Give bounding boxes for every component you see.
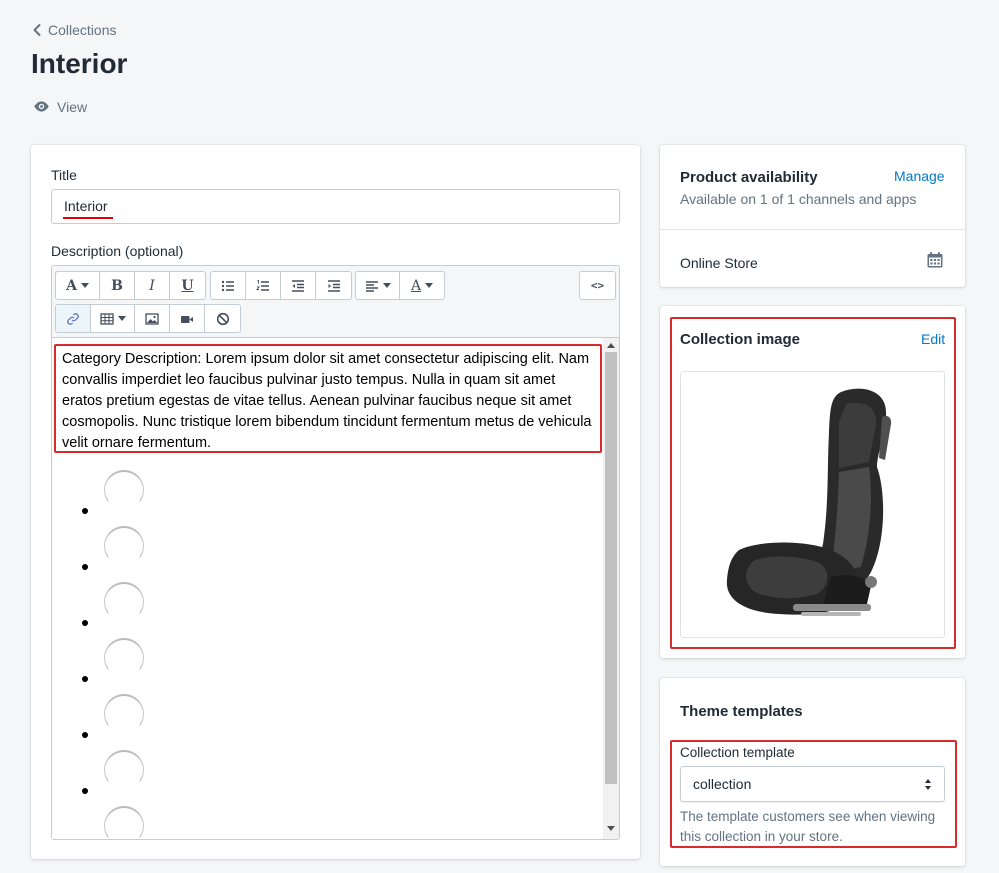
list-bullet: [82, 508, 88, 514]
product-availability-card: Product availability Manage Available on…: [660, 145, 965, 287]
editor-toolbar: A B I U A <>: [52, 266, 619, 338]
collection-image-card: Collection image Edit: [660, 306, 965, 658]
clear-formatting-button[interactable]: [205, 305, 240, 332]
indent-icon: [327, 279, 340, 292]
numbered-list-button[interactable]: [246, 272, 281, 299]
underline-button[interactable]: U: [170, 272, 205, 299]
code-group: <>: [579, 271, 616, 300]
insert-image-button[interactable]: [135, 305, 170, 332]
bullet-list-button[interactable]: [211, 272, 246, 299]
underline-icon: U: [181, 277, 194, 294]
indent-button[interactable]: [316, 272, 351, 299]
editor-content[interactable]: Category Description: Lorem ipsum dolor …: [52, 338, 603, 839]
outdent-button[interactable]: [281, 272, 316, 299]
text-color-dropdown[interactable]: A: [400, 272, 444, 299]
list-bullet: [82, 788, 88, 794]
collection-details-card: Title Interior Description (optional) A …: [31, 145, 640, 859]
title-input[interactable]: Interior: [51, 189, 620, 224]
channel-online-store: Online Store: [680, 255, 758, 271]
format-group: A B I U: [55, 271, 206, 300]
text-color-icon: A: [410, 277, 422, 294]
insert-group: [55, 304, 241, 333]
editor-scrollbar[interactable]: [603, 338, 619, 839]
car-seat-image: [726, 388, 892, 616]
description-text: Category Description: Lorem ipsum dolor …: [54, 344, 602, 453]
template-help-text: The template customers see when viewing …: [680, 809, 936, 844]
manage-link[interactable]: Manage: [894, 168, 945, 184]
font-dropdown[interactable]: A: [56, 272, 100, 299]
theme-templates-card: Theme templates Collection template coll…: [660, 678, 965, 866]
chevron-down-icon: [117, 316, 126, 321]
bold-icon: B: [111, 277, 123, 294]
calendar-icon[interactable]: [926, 251, 944, 269]
chevron-down-icon: [80, 283, 89, 288]
title-annotation-underline: [63, 217, 113, 219]
image-icon: [145, 312, 159, 325]
numbered-list-icon: [256, 279, 269, 291]
code-icon: <>: [590, 279, 605, 292]
bullet-list-icon: [221, 280, 234, 291]
scroll-down-icon[interactable]: [607, 826, 615, 831]
link-icon: [67, 312, 79, 325]
insert-video-button[interactable]: [170, 305, 205, 332]
list-bullet: [82, 564, 88, 570]
scroll-thumb[interactable]: [605, 352, 617, 784]
align-dropdown[interactable]: [356, 272, 400, 299]
collection-image-frame[interactable]: [680, 371, 945, 638]
bold-button[interactable]: B: [100, 272, 135, 299]
list-group: [210, 271, 352, 300]
loading-spinner-icon: [104, 582, 144, 622]
view-label: View: [57, 98, 88, 115]
html-view-button[interactable]: <>: [580, 272, 615, 299]
list-bullet: [82, 676, 88, 682]
loading-spinner-icon: [104, 694, 144, 734]
loading-spinner-icon: [104, 638, 144, 678]
table-icon: [99, 312, 114, 325]
link-button[interactable]: [56, 305, 91, 332]
collection-image-title: Collection image: [680, 331, 801, 348]
clear-formatting-icon: [216, 312, 229, 325]
eye-icon: [34, 101, 49, 112]
select-arrows-icon: [925, 779, 931, 790]
scroll-up-icon[interactable]: [607, 343, 615, 348]
chevron-down-icon: [382, 283, 391, 288]
font-icon: A: [66, 277, 77, 294]
list-bullet: [82, 620, 88, 626]
chevron-left-icon: [33, 24, 41, 36]
breadcrumb-label: Collections: [48, 22, 117, 38]
title-label: Title: [51, 167, 77, 183]
loading-spinner-icon: [104, 806, 144, 839]
collection-template-label: Collection template: [680, 745, 795, 760]
style-group: A: [355, 271, 445, 300]
loading-spinner-icon: [104, 526, 144, 566]
italic-icon: I: [149, 277, 155, 294]
chevron-down-icon: [425, 283, 434, 288]
description-editor: A B I U A <> Category Description: Lorem…: [51, 265, 620, 840]
theme-templates-title: Theme templates: [680, 703, 803, 720]
divider: [660, 229, 965, 230]
collection-template-select[interactable]: collection: [680, 766, 945, 802]
page-title: Interior: [31, 48, 128, 79]
edit-image-link[interactable]: Edit: [921, 331, 945, 347]
breadcrumb-collections[interactable]: Collections: [32, 22, 116, 38]
align-left-icon: [365, 280, 378, 292]
loading-spinner-icon: [104, 750, 144, 790]
video-icon: [181, 315, 193, 323]
italic-button[interactable]: I: [135, 272, 170, 299]
view-button[interactable]: View: [33, 98, 87, 115]
list-bullet: [82, 732, 88, 738]
availability-title: Product availability: [680, 169, 818, 186]
availability-subtitle: Available on 1 of 1 channels and apps: [680, 191, 917, 207]
loading-spinner-icon: [104, 470, 144, 510]
description-label: Description (optional): [51, 243, 184, 259]
table-dropdown[interactable]: [91, 305, 135, 332]
template-select-value: collection: [693, 776, 752, 792]
outdent-icon: [292, 279, 304, 292]
